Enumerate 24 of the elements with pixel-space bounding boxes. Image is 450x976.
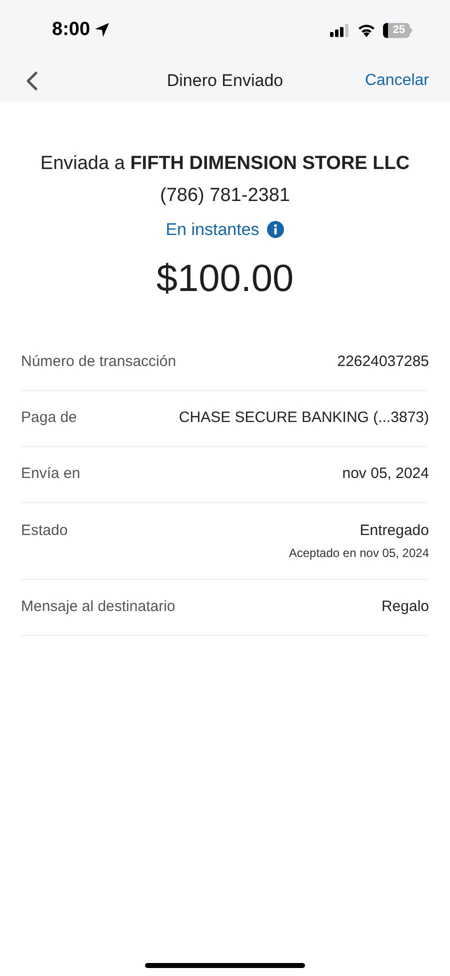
- detail-label: Estado: [21, 520, 68, 540]
- signal-icon: [330, 24, 350, 36]
- info-icon[interactable]: [267, 221, 284, 238]
- detail-value: 22624037285: [337, 352, 429, 372]
- detail-label: Mensaje al destinatario: [21, 596, 176, 616]
- screen-title: Dinero Enviado: [166, 70, 284, 92]
- amount: $100.00: [156, 256, 294, 300]
- recipient-text: Enviada a FIFTH DIMENSION STORE LLC: [40, 152, 410, 176]
- detail-label: Envía en: [21, 464, 80, 484]
- status-time: 8:00: [52, 18, 90, 42]
- detail-value: Entregado: [360, 520, 429, 540]
- detail-label: Paga de: [21, 408, 77, 428]
- delivery-speed: En instantes: [166, 219, 260, 241]
- detail-note: Aceptado en nov 05, 2024: [288, 544, 429, 560]
- location-arrow-icon: [94, 22, 110, 38]
- battery-indicator: 25: [383, 22, 410, 38]
- detail-value: CHASE SECURE BANKING (...3873): [178, 408, 429, 428]
- wifi-icon: [357, 23, 376, 37]
- chevron-left-icon: [26, 71, 38, 91]
- phone-number: (786) 781-2381: [160, 184, 290, 208]
- cancel-button[interactable]: Cancelar: [364, 69, 430, 93]
- detail-value: nov 05, 2024: [342, 464, 429, 484]
- detail-value: Regalo: [381, 596, 429, 616]
- detail-label: Número de transacción: [21, 352, 176, 372]
